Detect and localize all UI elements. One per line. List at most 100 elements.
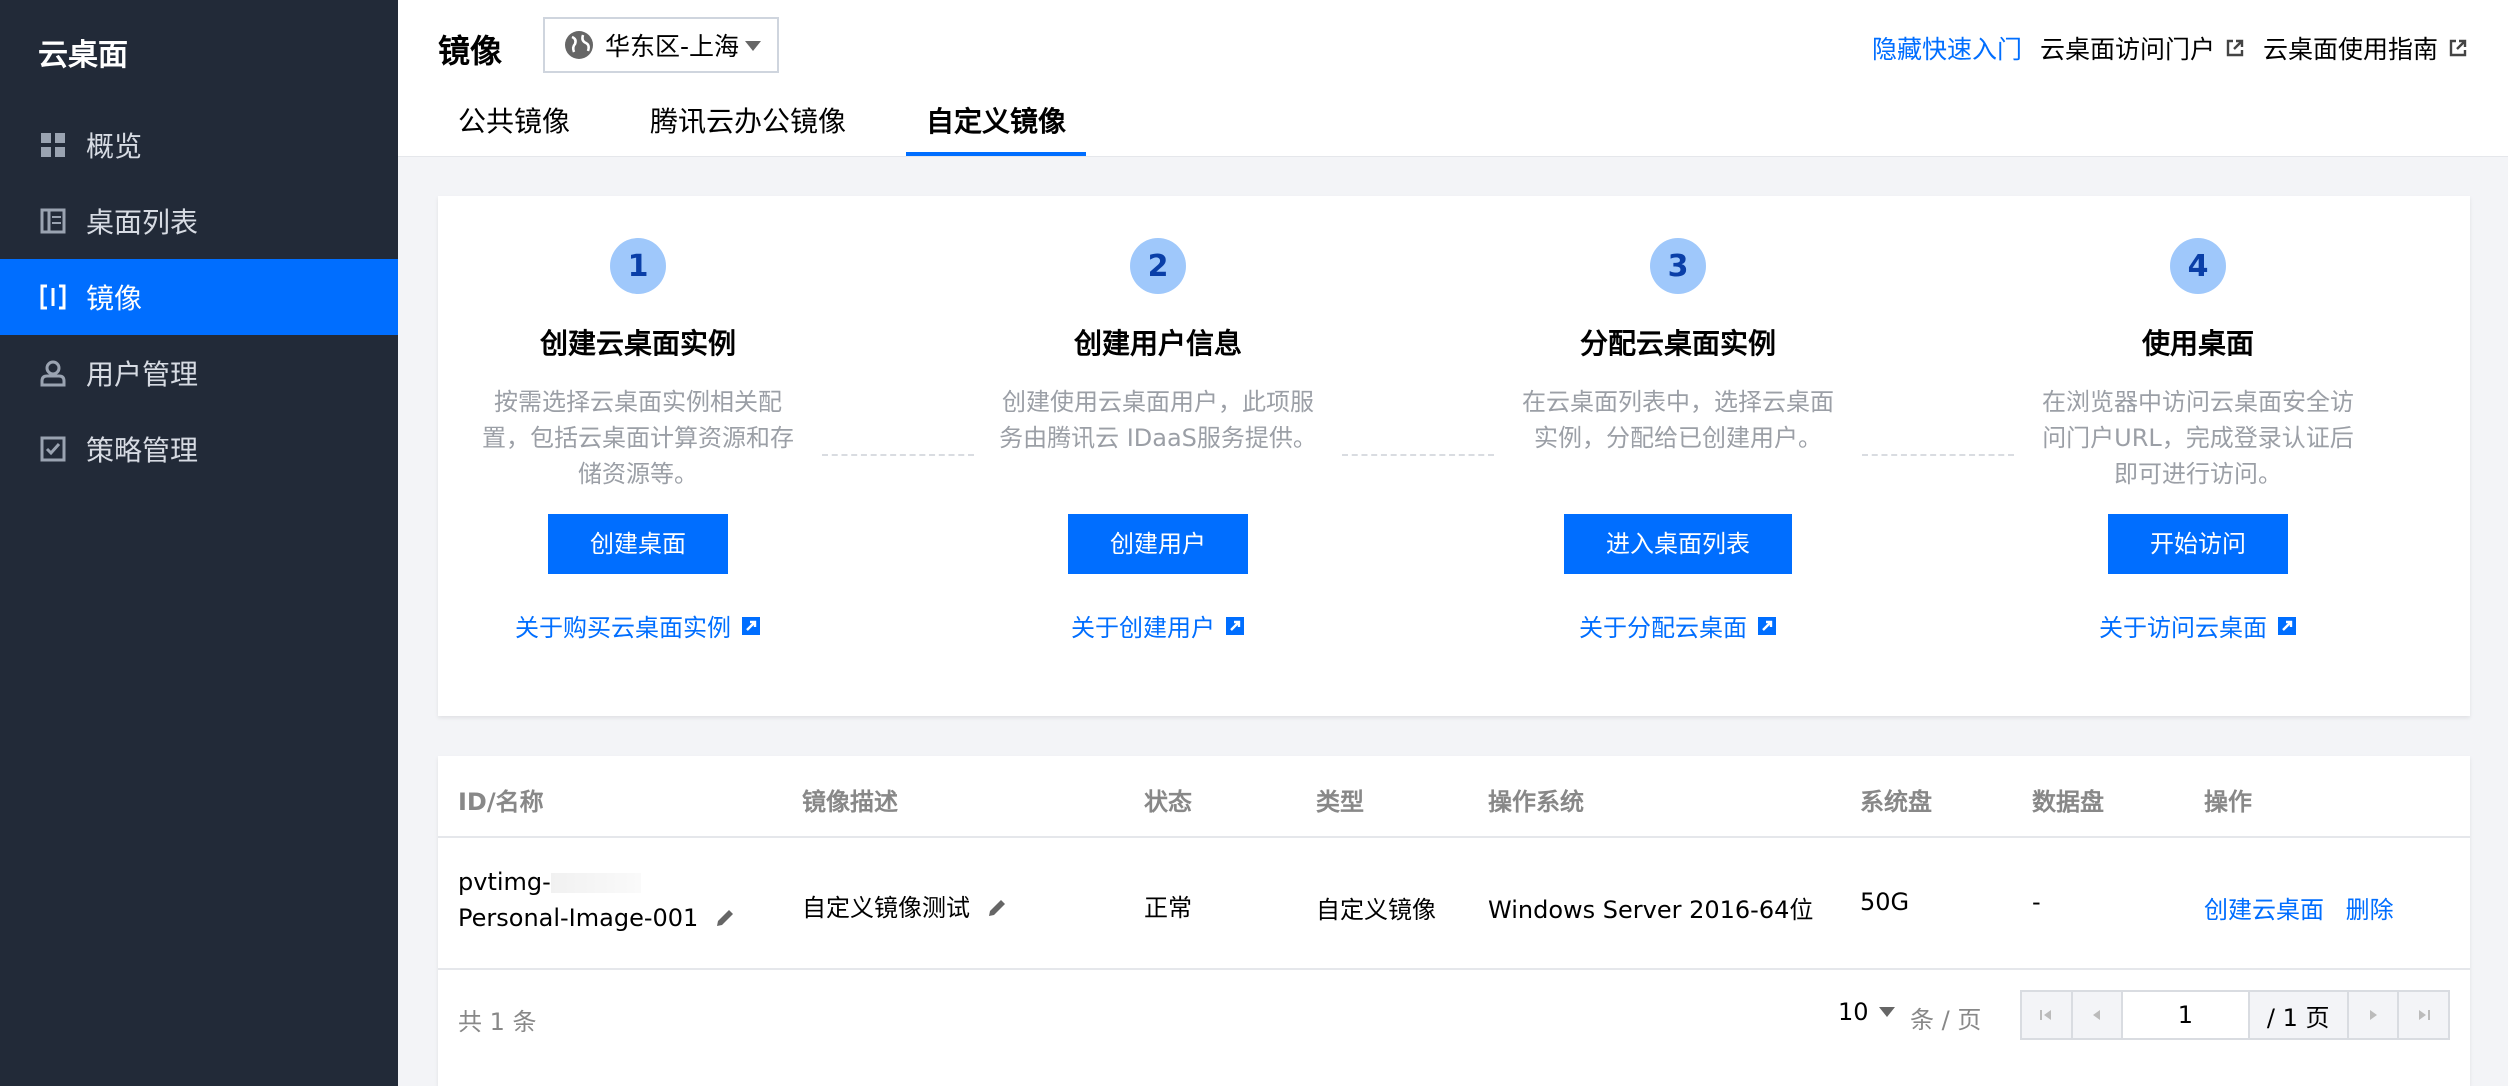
step-title: 分配云桌面实例 — [1579, 327, 1776, 360]
total-count: 共 1 条 — [458, 1008, 537, 1036]
page-number-input[interactable]: 1 — [2123, 992, 2250, 1038]
column-header: 状态 — [1144, 788, 1192, 816]
sidebar-item-label: 策略管理 — [86, 434, 199, 467]
last-page-icon — [2418, 1010, 2430, 1020]
column-header: 系统盘 — [1860, 788, 1932, 816]
first-page-icon — [2040, 1010, 2052, 1020]
pagination: 1 / 1 页 — [2020, 990, 2450, 1040]
first-page-button[interactable] — [2022, 992, 2073, 1038]
sidebar-item-label: 桌面列表 — [86, 206, 199, 239]
create-user-button[interactable]: 创建用户 — [1068, 514, 1248, 574]
sidebar-item-label: 用户管理 — [86, 358, 199, 391]
step-desc: 按需选择云桌面实例相关配置，包括云桌面计算资源和存储资源等。 — [482, 388, 794, 488]
prev-page-icon — [2092, 1010, 2100, 1020]
os-cell: Windows Server 2016-64位 — [1488, 896, 1814, 924]
external-link-icon — [1226, 616, 1244, 635]
last-page-button[interactable] — [2399, 992, 2448, 1038]
step-number: 3 — [1650, 238, 1706, 294]
external-link-icon — [2226, 39, 2244, 57]
sidebar-item-overview[interactable]: 概览 — [0, 107, 398, 183]
sidebar-item-user-management[interactable]: 用户管理 — [0, 335, 398, 411]
column-header: 操作 — [2204, 788, 2252, 816]
step-number: 1 — [610, 238, 666, 294]
portal-link[interactable]: 云桌面访问门户 — [2040, 30, 2245, 66]
image-tabs: 公共镜像 腾讯云办公镜像 自定义镜像 — [438, 100, 1126, 156]
prev-page-button[interactable] — [2072, 992, 2124, 1038]
list-icon — [38, 206, 68, 236]
next-page-button[interactable] — [2348, 992, 2400, 1038]
create-cloud-desktop-link[interactable]: 创建云桌面 — [2204, 896, 2324, 924]
delete-link[interactable]: 删除 — [2346, 896, 2394, 924]
step-title: 创建用户信息 — [1073, 327, 1242, 360]
column-header: 数据盘 — [2032, 788, 2104, 816]
image-name: Personal-Image-001 — [458, 904, 699, 932]
sidebar-item-policy-management[interactable]: 策略管理 — [0, 411, 398, 487]
chevron-down-icon — [1878, 1007, 1895, 1017]
about-buy-instance-link[interactable]: 关于购买云桌面实例 — [515, 608, 761, 643]
start-access-button[interactable]: 开始访问 — [2108, 514, 2288, 574]
image-icon — [38, 282, 68, 312]
overview-icon — [38, 130, 68, 160]
page-size-select[interactable]: 10 — [1838, 998, 1895, 1026]
step-title: 使用桌面 — [2141, 327, 2254, 360]
external-link-icon — [2278, 616, 2296, 635]
about-create-user-link[interactable]: 关于创建用户 — [1071, 608, 1245, 643]
image-desc-cell: 自定义镜像测试 — [802, 888, 1008, 923]
about-access-desktop-link[interactable]: 关于访问云桌面 — [2099, 608, 2297, 643]
about-assign-desktop-link[interactable]: 关于分配云桌面 — [1579, 608, 1777, 643]
column-header: 操作系统 — [1488, 788, 1584, 816]
type-cell: 自定义镜像 — [1316, 896, 1436, 924]
page-size-value: 10 — [1838, 998, 1869, 1026]
page-header: 镜像 华东区-上海 隐藏快速入门 云桌面访问门户 云桌面使用指南 公共镜像 腾讯… — [398, 0, 2508, 157]
operations-cell: 创建云桌面 删除 — [2204, 890, 2394, 925]
image-id-cell: pvtimg- — [458, 868, 641, 896]
region-label: 华东区-上海 — [605, 32, 740, 61]
sidebar-item-image[interactable]: 镜像 — [0, 259, 398, 335]
guide-link-label: 云桌面使用指南 — [2262, 35, 2438, 64]
tab-custom-image[interactable]: 自定义镜像 — [906, 100, 1087, 156]
sidebar-item-desktop-list[interactable]: 桌面列表 — [0, 183, 398, 259]
about-link-label: 关于创建用户 — [1071, 614, 1215, 642]
column-header: ID/名称 — [458, 788, 544, 816]
guide-link[interactable]: 云桌面使用指南 — [2263, 30, 2468, 66]
next-page-icon — [2370, 1010, 2378, 1020]
edit-pencil-icon[interactable] — [714, 907, 736, 929]
step-number: 4 — [2170, 238, 2226, 294]
external-link-icon — [1758, 616, 1776, 635]
hide-quick-start-link[interactable]: 隐藏快速入门 — [1872, 30, 2022, 66]
status-cell: 正常 — [1144, 894, 1192, 922]
step-4: 4 使用桌面 在浏览器中访问云桌面安全访问门户URL，完成登录认证后即可进行访问… — [1998, 196, 2398, 643]
page-title: 镜像 — [438, 32, 503, 70]
top-links: 隐藏快速入门 云桌面访问门户 云桌面使用指南 — [1872, 30, 2468, 66]
step-desc: 在云桌面列表中，选择云桌面实例，分配给已创建用户。 — [1522, 388, 1834, 452]
portal-link-label: 云桌面访问门户 — [2039, 35, 2215, 64]
about-link-label: 关于购买云桌面实例 — [515, 614, 731, 642]
create-desktop-button[interactable]: 创建桌面 — [548, 514, 728, 574]
step-desc: 在浏览器中访问云桌面安全访问门户URL，完成登录认证后即可进行访问。 — [2042, 388, 2354, 488]
tab-tencent-office-image[interactable]: 腾讯云办公镜像 — [630, 100, 866, 156]
user-icon — [38, 358, 68, 388]
edit-pencil-icon[interactable] — [986, 897, 1008, 919]
about-link-label: 关于访问云桌面 — [2099, 614, 2267, 642]
step-title: 创建云桌面实例 — [539, 327, 736, 360]
policy-icon — [38, 434, 68, 464]
step-connector — [822, 454, 974, 456]
data-disk-cell: - — [2032, 888, 2041, 916]
tab-public-image[interactable]: 公共镜像 — [438, 100, 590, 156]
app-brand: 云桌面 — [38, 38, 128, 73]
table-row: pvtimg- Personal-Image-001 自定义镜像测试 正常 自定… — [438, 838, 2470, 970]
external-link-icon — [2449, 39, 2467, 57]
image-id: pvtimg- — [458, 868, 551, 896]
step-desc: 创建使用云桌面用户，此项服务由腾讯云 IDaaS服务提供。 — [999, 388, 1317, 452]
region-selector[interactable]: 华东区-上海 — [543, 17, 779, 73]
system-disk-cell: 50G — [1860, 888, 1910, 916]
column-header: 镜像描述 — [802, 788, 898, 816]
per-page-label: 条 / 页 — [1910, 1006, 1982, 1034]
image-desc: 自定义镜像测试 — [802, 894, 970, 922]
step-number: 2 — [1130, 238, 1186, 294]
about-link-label: 关于分配云桌面 — [1579, 614, 1747, 642]
enter-desktop-list-button[interactable]: 进入桌面列表 — [1564, 514, 1792, 574]
step-3: 3 分配云桌面实例 在云桌面列表中，选择云桌面实例，分配给已创建用户。 进入桌面… — [1478, 196, 1878, 643]
image-table-card: ID/名称 镜像描述 状态 类型 操作系统 系统盘 数据盘 操作 pvtimg-… — [438, 756, 2470, 1086]
step-connector — [1342, 454, 1494, 456]
